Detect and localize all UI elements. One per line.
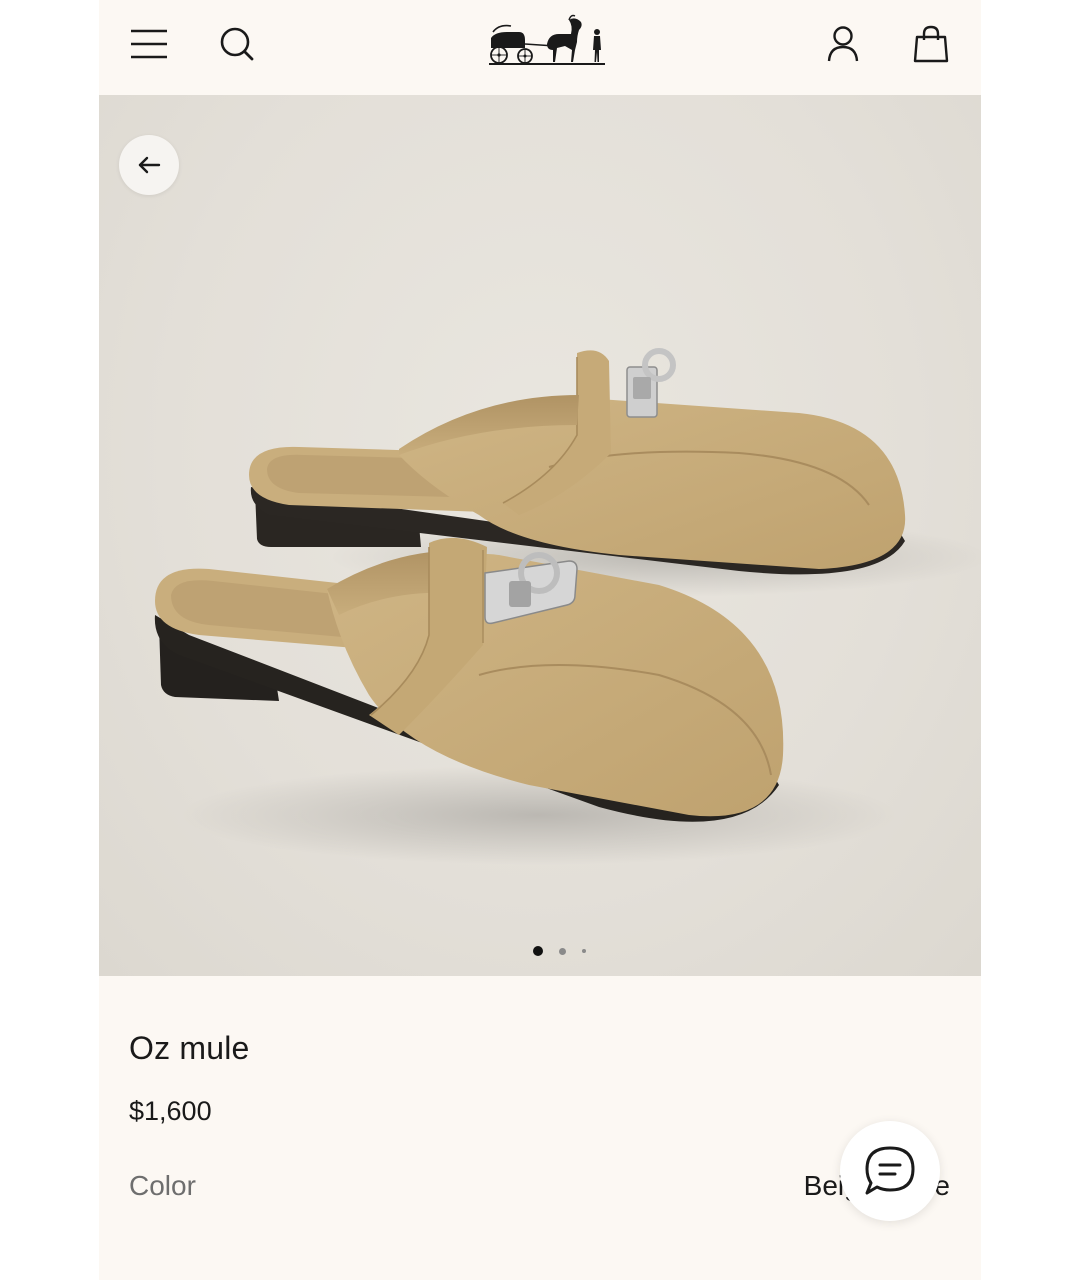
shopping-bag-icon[interactable] bbox=[909, 22, 953, 66]
back-arrow-button[interactable] bbox=[119, 135, 179, 195]
hamburger-menu-icon[interactable] bbox=[127, 22, 171, 66]
carriage-logo[interactable] bbox=[485, 10, 609, 70]
arrow-left-icon bbox=[138, 156, 161, 174]
product-image-gallery[interactable] bbox=[99, 95, 981, 976]
top-header bbox=[99, 0, 981, 95]
gallery-dot[interactable] bbox=[559, 947, 566, 955]
color-label: Color bbox=[129, 1170, 196, 1201]
search-icon[interactable] bbox=[215, 22, 259, 66]
user-account-icon[interactable] bbox=[821, 22, 865, 66]
gallery-pagination bbox=[533, 945, 586, 957]
gallery-dot-active[interactable] bbox=[533, 946, 543, 956]
chat-button[interactable] bbox=[840, 1121, 940, 1221]
product-page: Oz mule $1,600 Color Beige sable bbox=[99, 0, 981, 1280]
chat-bubble-icon bbox=[865, 1146, 915, 1195]
product-name: Oz mule bbox=[129, 1030, 250, 1066]
product-image bbox=[154, 348, 981, 865]
gallery-dot[interactable] bbox=[582, 949, 586, 953]
product-price: $1,600 bbox=[129, 1096, 212, 1126]
